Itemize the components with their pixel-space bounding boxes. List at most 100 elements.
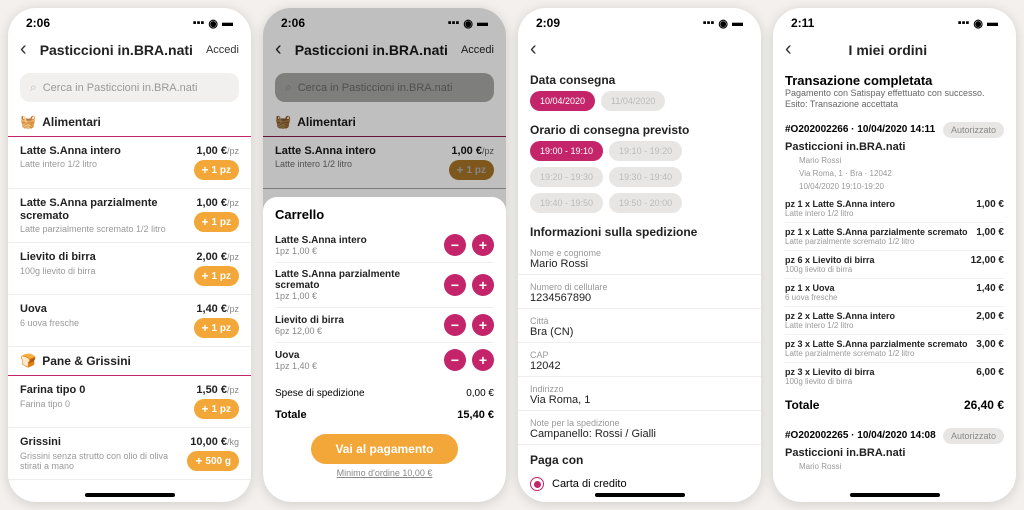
cart-item-qty: 1pz 1,40 € xyxy=(275,361,444,371)
order-customer: Mario Rossi xyxy=(785,462,1004,475)
city-label: Città xyxy=(518,311,761,326)
phone-screen-checkout: 2:09 ▪▪▪ ◉ ▬ ‹ Data consegna 10/04/20201… xyxy=(518,8,761,502)
increase-button[interactable]: + xyxy=(472,274,494,296)
plus-icon: + xyxy=(202,163,209,177)
search-input[interactable]: ⌕ Cerca in Pasticcioni in.BRA.nati xyxy=(20,73,239,102)
date-option[interactable]: 11/04/2020 xyxy=(601,91,665,111)
cart-title: Carrello xyxy=(275,207,494,222)
order-store: Pasticcioni in.BRA.nati xyxy=(785,138,1004,156)
city-value[interactable]: Bra (CN) xyxy=(518,326,761,343)
note-value[interactable]: Campanello: Rossi / Gialli xyxy=(518,428,761,445)
plus-icon: + xyxy=(202,269,209,283)
battery-icon: ▬ xyxy=(987,17,998,29)
back-icon[interactable]: ‹ xyxy=(785,38,792,61)
back-icon[interactable]: ‹ xyxy=(20,38,27,61)
increase-button[interactable]: + xyxy=(472,349,494,371)
banner-title: Transazione completata xyxy=(785,73,1004,88)
order-slot: 10/04/2020 19:10-19:20 xyxy=(785,182,1004,195)
decrease-button[interactable]: − xyxy=(444,349,466,371)
battery-icon: ▬ xyxy=(222,17,233,29)
total-label: Totale xyxy=(275,409,307,421)
add-to-cart-button[interactable]: +1 pz xyxy=(194,266,239,286)
order-line-price: 12,00 € xyxy=(965,255,1004,274)
order-line-sub: 6 uova fresche xyxy=(785,293,970,302)
product-description: Latte parzialmente scremato 1/2 litro xyxy=(20,224,194,234)
order-line-sub: Latte intero 1/2 litro xyxy=(785,321,970,330)
product-price: 1,00 €/pz xyxy=(196,197,239,209)
product-description: Grissini senza strutto con olio di oliva… xyxy=(20,451,187,471)
signal-icon: ▪▪▪ xyxy=(193,17,205,29)
add-to-cart-button[interactable]: +500 g xyxy=(187,451,239,471)
header: ‹ I miei ordini xyxy=(773,32,1016,67)
pay-with-label: Paga con xyxy=(518,447,761,471)
add-to-cart-button[interactable]: +1 pz xyxy=(194,318,239,338)
status-icons: ▪▪▪ ◉ ▬ xyxy=(703,17,743,30)
plus-icon: + xyxy=(195,454,202,468)
date-option[interactable]: 10/04/2020 xyxy=(530,91,595,111)
time-option[interactable]: 19:20 - 19:30 xyxy=(530,167,603,187)
product-description: 6 uova fresche xyxy=(20,318,194,328)
cart-item-qty: 6pz 12,00 € xyxy=(275,326,444,336)
address-label: Indirizzo xyxy=(518,379,761,394)
shipping-value: 0,00 € xyxy=(466,388,494,399)
product-price: 1,40 €/pz xyxy=(196,303,239,315)
status-time: 2:09 xyxy=(536,16,560,30)
order-customer: Mario Rossi xyxy=(785,156,1004,169)
home-indicator[interactable] xyxy=(85,493,175,497)
phone-value[interactable]: 1234567890 xyxy=(518,292,761,309)
decrease-button[interactable]: − xyxy=(444,274,466,296)
note-label: Note per la spedizione xyxy=(518,413,761,428)
product-name: Latte S.Anna intero xyxy=(20,145,194,158)
order-store: Pasticcioni in.BRA.nati xyxy=(785,444,1004,462)
category-alimentari: 🧺 Alimentari xyxy=(8,108,251,137)
add-to-cart-button[interactable]: +1 pz xyxy=(194,399,239,419)
increase-button[interactable]: + xyxy=(472,314,494,336)
product-price: 10,00 €/kg xyxy=(190,436,239,448)
checkout-button[interactable]: Vai al pagamento xyxy=(311,434,457,464)
cap-label: CAP xyxy=(518,345,761,360)
time-option[interactable]: 19:30 - 19:40 xyxy=(609,167,682,187)
cart-item: Lievito di birra 6pz 12,00 € − + xyxy=(275,308,494,343)
decrease-button[interactable]: − xyxy=(444,234,466,256)
login-link[interactable]: Accedi xyxy=(206,44,239,56)
shipping-label: Spese di spedizione xyxy=(275,388,365,399)
name-label: Nome e cognome xyxy=(518,243,761,258)
order-line: pz 1 x Latte S.Anna parzialmente scremat… xyxy=(785,223,1004,251)
order-line: pz 1 x Latte S.Anna intero Latte intero … xyxy=(785,195,1004,223)
cart-item-name: Latte S.Anna intero xyxy=(275,235,444,246)
cap-value[interactable]: 12042 xyxy=(518,360,761,377)
status-icons: ▪▪▪ ◉ ▬ xyxy=(193,17,233,30)
delivery-time-label: Orario di consegna previsto xyxy=(518,117,761,141)
decrease-button[interactable]: − xyxy=(444,314,466,336)
product-name: Uova xyxy=(20,303,194,316)
home-indicator[interactable] xyxy=(850,493,940,497)
order-id: #O202002265 · 10/04/2020 14:08 xyxy=(785,430,936,441)
category-pane: 🍞 Pane & Grissini xyxy=(8,347,251,376)
wifi-icon: ◉ xyxy=(208,17,218,30)
home-indicator[interactable] xyxy=(595,493,685,497)
increase-button[interactable]: + xyxy=(472,234,494,256)
time-option[interactable]: 19:40 - 19:50 xyxy=(530,193,603,213)
order-line: pz 3 x Latte S.Anna parzialmente scremat… xyxy=(785,335,1004,363)
plus-icon: + xyxy=(202,402,209,416)
phone-screen-orders: 2:11 ▪▪▪ ◉ ▬ ‹ I miei ordini Transazione… xyxy=(773,8,1016,502)
order-line: pz 2 x Latte S.Anna intero Latte intero … xyxy=(785,307,1004,335)
add-to-cart-button[interactable]: +1 pz xyxy=(194,160,239,180)
time-option[interactable]: 19:10 - 19:20 xyxy=(609,141,682,161)
time-option[interactable]: 19:50 - 20:00 xyxy=(609,193,682,213)
name-value[interactable]: Mario Rossi xyxy=(518,258,761,275)
cart-item: Latte S.Anna parzialmente scremato 1pz 1… xyxy=(275,263,494,308)
address-value[interactable]: Via Roma, 1 xyxy=(518,394,761,411)
page-title: Pasticcioni in.BRA.nati xyxy=(35,42,198,58)
status-bar: 2:11 ▪▪▪ ◉ ▬ xyxy=(773,8,1016,32)
add-to-cart-button[interactable]: +1 pz xyxy=(194,212,239,232)
time-option[interactable]: 19:00 - 19:10 xyxy=(530,141,603,161)
pay-option-satispay[interactable]: Satispay xyxy=(518,497,761,502)
signal-icon: ▪▪▪ xyxy=(703,17,715,29)
order-card: #O202002266 · 10/04/2020 14:11 Autorizza… xyxy=(773,116,1016,422)
cart-item-name: Lievito di birra xyxy=(275,315,444,326)
product-name: Farina tipo 0 xyxy=(20,384,194,397)
back-icon[interactable]: ‹ xyxy=(530,38,537,61)
order-line-name: pz 1 x Uova xyxy=(785,283,970,293)
radio-icon xyxy=(530,477,544,491)
